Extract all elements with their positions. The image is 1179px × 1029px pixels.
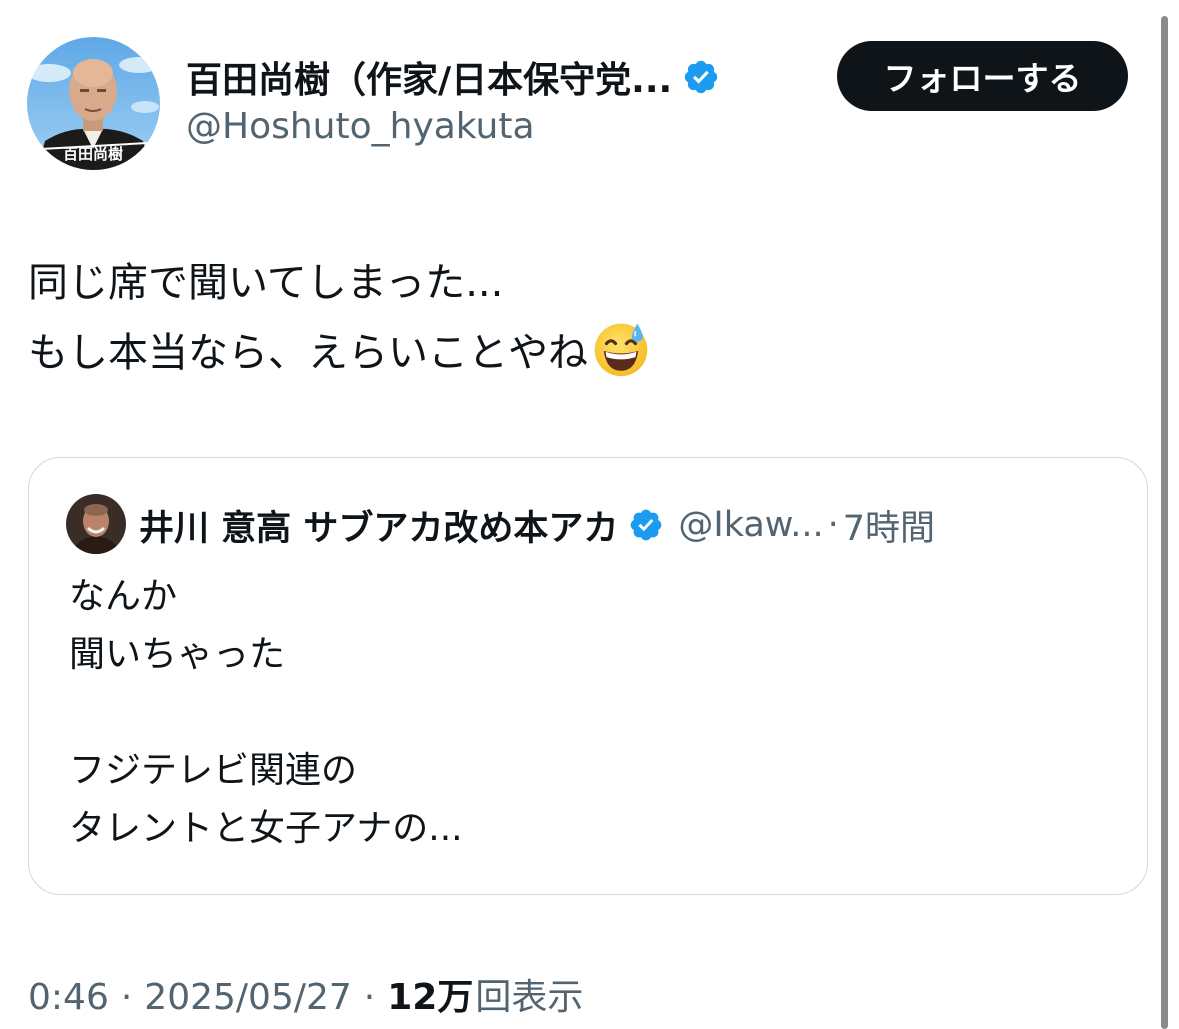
verified-badge-icon — [631, 509, 662, 541]
quoted-tweet-card[interactable]: 井川 意高 サブアカ改め本アカ @Ikaw... · 7時間 なんか 聞いちゃっ… — [28, 457, 1148, 895]
quoted-author-avatar-image — [66, 494, 126, 554]
quoted-text-line — [69, 684, 1109, 742]
author-name-row[interactable]: 百田尚樹（作家/日本保守党... — [186, 50, 720, 104]
verified-badge-icon — [684, 60, 718, 94]
grinning-face-with-sweat-emoji-icon — [594, 323, 648, 377]
quoted-author-handle[interactable]: @Ikaw... — [678, 505, 823, 545]
quoted-tweet-timestamp[interactable]: 7時間 — [843, 500, 935, 551]
tweet-text-line-1: 同じ席で聞いてしまった... — [28, 260, 504, 306]
view-count-label[interactable]: 回表示 — [475, 968, 583, 1020]
quoted-author-avatar[interactable] — [66, 494, 126, 554]
quoted-text-line: フジテレビ関連の — [69, 750, 358, 791]
quoted-tweet-header: 井川 意高 サブアカ改め本アカ @Ikaw... · 7時間 — [139, 498, 935, 552]
quoted-author-display-name[interactable]: 井川 意高 サブアカ改め本アカ — [139, 500, 618, 551]
view-count[interactable]: 12万 — [387, 968, 473, 1020]
author-avatar-image: 百田尚樹 — [27, 37, 160, 170]
scrollbar[interactable] — [1161, 16, 1168, 1029]
quoted-text-line: 聞いちゃった — [69, 634, 286, 675]
tweet-text-line-2: もし本当なら、えらいことやね — [28, 318, 1128, 388]
author-display-name[interactable]: 百田尚樹（作家/日本保守党... — [186, 51, 672, 103]
quoted-text-line: タレントと女子アナの... — [69, 808, 463, 849]
quoted-tweet-text: なんか 聞いちゃった フジテレビ関連の タレントと女子アナの... — [69, 568, 1109, 858]
tweet-time[interactable]: 0:46 — [28, 977, 109, 1018]
meta-separator: · — [363, 977, 376, 1018]
quoted-header-separator: · — [827, 505, 839, 545]
tweet-date[interactable]: 2025/05/27 — [144, 977, 352, 1018]
quoted-text-line: なんか — [69, 576, 178, 617]
author-avatar[interactable]: 百田尚樹 — [27, 37, 160, 170]
tweet-text: 同じ席で聞いてしまった... もし本当なら、えらいことやね — [28, 248, 1128, 388]
tweet-text-line-2-text: もし本当なら、えらいことやね — [28, 330, 588, 376]
meta-separator: · — [120, 977, 133, 1018]
tweet-page: 百田尚樹 百田尚樹（作家/日本保守党... @Hoshuto_hyakuta フ… — [0, 0, 1179, 1029]
tweet-meta: 0:46 · 2025/05/27 · 12万 回表示 — [28, 968, 583, 1020]
author-handle[interactable]: @Hoshuto_hyakuta — [186, 106, 535, 147]
follow-button[interactable]: フォローする — [837, 41, 1128, 111]
